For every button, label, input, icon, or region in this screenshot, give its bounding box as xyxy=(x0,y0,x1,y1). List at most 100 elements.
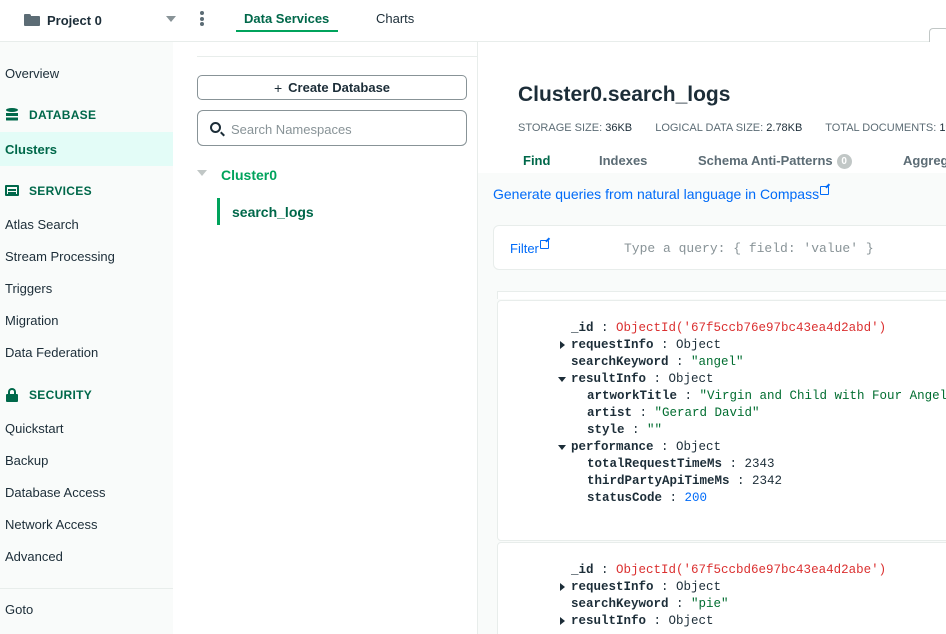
search-icon xyxy=(210,122,221,133)
field-key: totalRequestTimeMs xyxy=(587,457,723,471)
field-value[interactable]: ObjectId('67f5ccbd6e97bc43ea4d2abe') xyxy=(616,563,886,577)
expand-arrow-icon[interactable] xyxy=(560,583,565,591)
chevron-down-icon[interactable] xyxy=(197,170,207,176)
field-key: _id xyxy=(571,563,594,577)
total-documents-label: TOTAL DOCUMENTS: xyxy=(825,122,937,134)
field-totalrequesttimems: totalRequestTimeMs : 2343 xyxy=(587,457,775,471)
nav-quickstart[interactable]: Quickstart xyxy=(5,421,64,436)
field-key: searchKeyword xyxy=(571,597,669,611)
tree-selected-indicator xyxy=(217,198,220,225)
nav-network-access[interactable]: Network Access xyxy=(5,517,97,532)
external-link-icon xyxy=(820,186,830,195)
field-artist: artist : "Gerard David" xyxy=(587,406,760,420)
storage-size-value: 36KB xyxy=(605,122,633,134)
field-value[interactable]: Object xyxy=(669,372,714,386)
field-key: requestInfo xyxy=(571,338,654,352)
logical-size-value: 2.78KB xyxy=(766,122,803,134)
expand-arrow-icon[interactable] xyxy=(560,617,565,625)
tab-find[interactable]: Find xyxy=(523,153,550,168)
tab-schema-anti-patterns[interactable]: Schema Anti-Patterns 0 xyxy=(698,153,852,169)
tree-item-cluster0[interactable]: Cluster0 xyxy=(221,167,277,183)
field-searchkeyword: searchKeyword : "angel" xyxy=(571,355,744,369)
left-nav: Overview DATABASE Clusters SERVICES Atla… xyxy=(0,42,173,634)
field-value[interactable]: "angel" xyxy=(691,355,744,369)
storage-size-label: STORAGE SIZE: xyxy=(518,122,603,134)
tab-aggregation[interactable]: Aggreg xyxy=(903,153,946,168)
field-requestinfo: requestInfo : Object xyxy=(571,338,722,352)
nav-divider xyxy=(0,588,173,589)
field-value[interactable]: Object xyxy=(676,338,721,352)
field-resultinfo: resultInfo : Object xyxy=(571,614,714,628)
field-searchkeyword: searchKeyword : "pie" xyxy=(571,597,729,611)
tab-indexes[interactable]: Indexes xyxy=(599,153,647,168)
nav-advanced[interactable]: Advanced xyxy=(5,549,63,564)
collapse-arrow-icon[interactable] xyxy=(558,377,566,382)
database-icon xyxy=(5,108,19,122)
create-database-button[interactable]: + Create Database xyxy=(197,75,467,100)
nav-section-database: DATABASE xyxy=(5,108,96,122)
page-title: Cluster0.search_logs xyxy=(518,83,731,106)
filter-query-input[interactable] xyxy=(624,239,944,257)
field-value[interactable]: 200 xyxy=(685,491,708,505)
field-key: resultInfo xyxy=(571,372,647,386)
more-options-icon[interactable] xyxy=(199,11,205,27)
field-key: requestInfo xyxy=(571,580,654,594)
filter-label[interactable]: Filter xyxy=(510,240,549,256)
filter-label-text: Filter xyxy=(510,241,539,256)
nav-migration[interactable]: Migration xyxy=(5,313,58,328)
field-artworktitle: artworkTitle : "Virgin and Child with Fo… xyxy=(587,389,946,403)
document-card: _id : ObjectId('67f5ccbd6e97bc43ea4d2abe… xyxy=(497,542,946,634)
chevron-down-icon[interactable] xyxy=(166,16,176,22)
field-value[interactable]: 2343 xyxy=(745,457,775,471)
tree-item-search-logs[interactable]: search_logs xyxy=(232,204,314,220)
nav-section-title: DATABASE xyxy=(29,108,97,122)
document-card-partial xyxy=(497,291,946,299)
logical-size-label: LOGICAL DATA SIZE: xyxy=(655,122,764,134)
total-documents-value: 19 xyxy=(939,122,946,134)
nav-section-services: SERVICES xyxy=(5,184,92,198)
nav-goto[interactable]: Goto xyxy=(5,602,33,617)
top-bar: Project 0 Data Services Charts xyxy=(0,0,946,46)
field-value[interactable]: Object xyxy=(676,440,721,454)
nav-section-title: SERVICES xyxy=(29,184,92,198)
nav-database-access[interactable]: Database Access xyxy=(5,485,105,500)
nav-section-security: SECURITY xyxy=(5,388,92,402)
nav-overview[interactable]: Overview xyxy=(5,66,59,81)
field-value[interactable]: "Gerard David" xyxy=(655,406,760,420)
nav-data-federation[interactable]: Data Federation xyxy=(5,345,98,360)
collapse-arrow-icon[interactable] xyxy=(558,445,566,450)
project-name: Project 0 xyxy=(47,12,102,28)
field-value[interactable]: Object xyxy=(669,614,714,628)
field-value[interactable]: Object xyxy=(676,580,721,594)
link-text: Generate queries from natural language i… xyxy=(493,186,820,202)
field-key: statusCode xyxy=(587,491,663,505)
nav-section-title: SECURITY xyxy=(29,388,93,402)
lock-icon xyxy=(5,388,19,402)
search-namespaces-input[interactable] xyxy=(231,120,461,138)
nav-triggers[interactable]: Triggers xyxy=(5,281,52,296)
field-id: _id : ObjectId('67f5ccb76e97bc43ea4d2abd… xyxy=(571,321,887,335)
field-thirdpartyapitimems: thirdPartyApiTimeMs : 2342 xyxy=(587,474,783,488)
tab-charts[interactable]: Charts xyxy=(376,11,414,26)
expand-arrow-icon[interactable] xyxy=(560,341,565,349)
field-performance: performance : Object xyxy=(571,440,722,454)
field-value[interactable]: "Virgin and Child with Four Angels" xyxy=(700,389,946,403)
field-value[interactable]: ObjectId('67f5ccb76e97bc43ea4d2abd') xyxy=(616,321,886,335)
field-key: performance xyxy=(571,440,654,454)
field-value[interactable]: "pie" xyxy=(691,597,729,611)
nav-clusters[interactable]: Clusters xyxy=(5,142,57,157)
nav-stream-processing[interactable]: Stream Processing xyxy=(5,249,115,264)
tab-data-services[interactable]: Data Services xyxy=(244,11,329,26)
field-key: artworkTitle xyxy=(587,389,678,403)
field-key: _id xyxy=(571,321,594,335)
nav-atlas-search[interactable]: Atlas Search xyxy=(5,217,79,232)
generate-queries-link[interactable]: Generate queries from natural language i… xyxy=(493,186,830,202)
field-key: style xyxy=(587,423,625,437)
field-key: resultInfo xyxy=(571,614,647,628)
field-value[interactable]: "" xyxy=(647,423,662,437)
nav-backup[interactable]: Backup xyxy=(5,453,48,468)
field-id: _id : ObjectId('67f5ccbd6e97bc43ea4d2abe… xyxy=(571,563,887,577)
divider xyxy=(197,56,478,57)
field-value[interactable]: 2342 xyxy=(752,474,782,488)
project-selector[interactable]: Project 0 xyxy=(24,10,102,30)
